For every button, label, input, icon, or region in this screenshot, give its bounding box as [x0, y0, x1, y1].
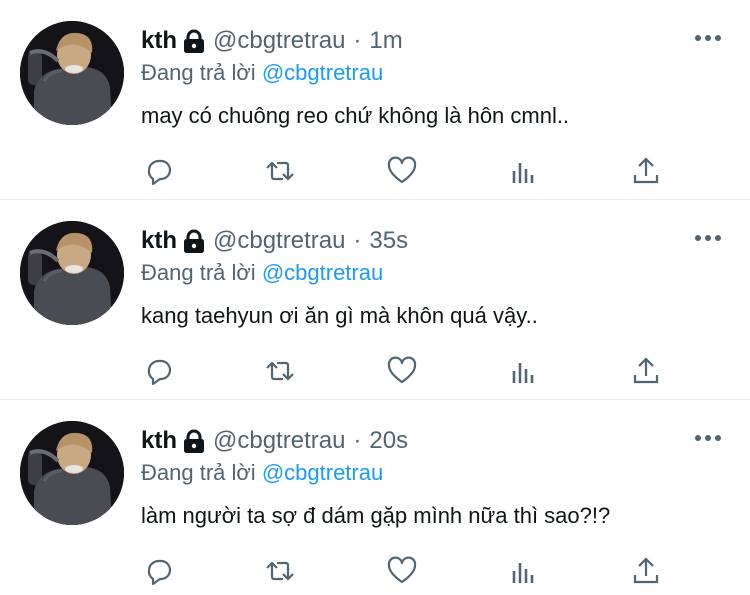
display-name[interactable]: kth — [141, 27, 177, 55]
retweet-icon[interactable] — [262, 153, 298, 189]
user-handle[interactable]: @cbgtretrau — [213, 427, 345, 455]
separator-dot: · — [353, 27, 362, 54]
share-icon[interactable] — [628, 153, 664, 189]
separator-dot: · — [353, 427, 362, 454]
reply-icon[interactable] — [141, 153, 177, 189]
heart-icon[interactable] — [384, 553, 420, 589]
tweet[interactable]: kth @cbgtretrau · 20s Đang trả lời @cbgt… — [0, 400, 750, 595]
avatar[interactable] — [20, 421, 124, 525]
lock-icon — [183, 229, 205, 253]
retweet-icon[interactable] — [262, 353, 298, 389]
tweet-header: kth @cbgtretrau · 35s — [141, 227, 408, 255]
lock-icon — [183, 429, 205, 453]
tweet-text: làm người ta sợ đ dám gặp mình nữa thì s… — [141, 503, 611, 528]
share-icon[interactable] — [628, 553, 664, 589]
reply-context: Đang trả lời @cbgtretrau — [141, 259, 383, 287]
user-handle[interactable]: @cbgtretrau — [213, 27, 345, 55]
timestamp[interactable]: 1m — [369, 27, 402, 55]
reply-icon[interactable] — [141, 353, 177, 389]
tweet-header: kth @cbgtretrau · 20s — [141, 427, 408, 455]
lock-icon — [183, 29, 205, 53]
action-bar — [141, 353, 671, 389]
avatar[interactable] — [20, 21, 124, 125]
bar-chart-icon[interactable] — [506, 553, 542, 589]
reply-context: Đang trả lời @cbgtretrau — [141, 59, 383, 87]
bar-chart-icon[interactable] — [506, 353, 542, 389]
bar-chart-icon[interactable] — [506, 153, 542, 189]
action-bar — [141, 153, 671, 189]
tweet[interactable]: kth @cbgtretrau · 35s Đang trả lời @cbgt… — [0, 200, 750, 400]
user-handle[interactable]: @cbgtretrau — [213, 227, 345, 255]
heart-icon[interactable] — [384, 353, 420, 389]
heart-icon[interactable] — [384, 153, 420, 189]
display-name[interactable]: kth — [141, 227, 177, 255]
share-icon[interactable] — [628, 353, 664, 389]
tweet-feed: kth @cbgtretrau · 1m Đang trả lời @cbgtr… — [0, 0, 750, 595]
reply-to-link[interactable]: @cbgtretrau — [262, 460, 383, 485]
tweet-text: kang taehyun ơi ăn gì mà khôn quá vậy.. — [141, 303, 538, 328]
action-bar — [141, 553, 671, 589]
more-horizontal-icon[interactable] — [694, 224, 722, 252]
avatar-image — [20, 221, 124, 325]
reply-prefix: Đang trả lời — [141, 60, 256, 85]
reply-prefix: Đang trả lời — [141, 260, 256, 285]
tweet-text: may có chuông reo chứ không là hôn cmnl.… — [141, 103, 570, 128]
more-horizontal-icon[interactable] — [694, 424, 722, 452]
tweet-header: kth @cbgtretrau · 1m — [141, 27, 403, 55]
display-name[interactable]: kth — [141, 427, 177, 455]
reply-to-link[interactable]: @cbgtretrau — [262, 260, 383, 285]
more-horizontal-icon[interactable] — [694, 24, 722, 52]
avatar[interactable] — [20, 221, 124, 325]
avatar-image — [20, 21, 124, 125]
tweet[interactable]: kth @cbgtretrau · 1m Đang trả lời @cbgtr… — [0, 0, 750, 200]
reply-prefix: Đang trả lời — [141, 460, 256, 485]
retweet-icon[interactable] — [262, 553, 298, 589]
avatar-image — [20, 421, 124, 525]
reply-context: Đang trả lời @cbgtretrau — [141, 459, 383, 487]
reply-to-link[interactable]: @cbgtretrau — [262, 60, 383, 85]
reply-icon[interactable] — [141, 553, 177, 589]
timestamp[interactable]: 35s — [369, 227, 408, 255]
timestamp[interactable]: 20s — [369, 427, 408, 455]
separator-dot: · — [353, 227, 362, 254]
